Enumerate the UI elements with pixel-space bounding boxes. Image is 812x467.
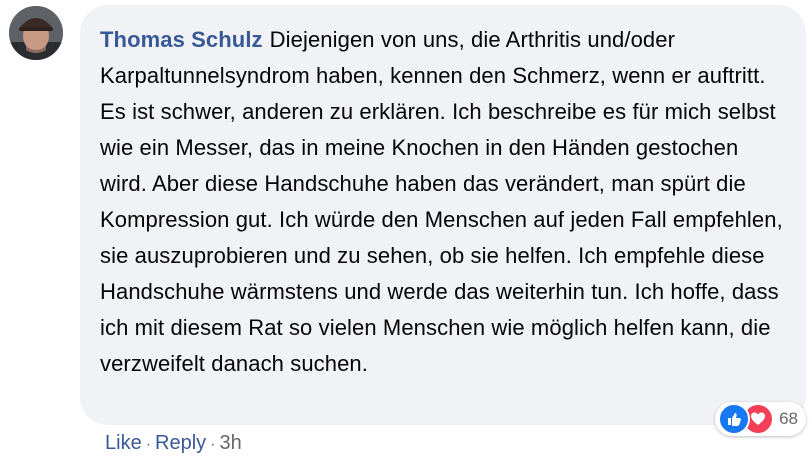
timestamp[interactable]: 3h bbox=[220, 432, 242, 455]
comment-text: Diejenigen von uns, die Arthritis und/od… bbox=[100, 27, 783, 376]
comment-body: Thomas Schulz Diejenigen von uns, die Art… bbox=[100, 22, 786, 382]
comment-bubble: Thomas Schulz Diejenigen von uns, die Art… bbox=[80, 5, 806, 425]
reply-button[interactable]: Reply bbox=[155, 432, 206, 455]
profile-photo-icon bbox=[9, 6, 63, 60]
like-icon bbox=[718, 403, 751, 435]
separator-dot: · bbox=[145, 436, 152, 453]
comment-actions: Like · Reply · 3h bbox=[105, 432, 242, 455]
like-button[interactable]: Like bbox=[105, 432, 142, 455]
author-name[interactable]: Thomas Schulz bbox=[100, 27, 263, 52]
reactions-summary[interactable]: 68 bbox=[715, 402, 806, 436]
avatar[interactable] bbox=[9, 6, 63, 60]
separator-dot: · bbox=[210, 436, 216, 453]
reaction-count: 68 bbox=[779, 409, 798, 428]
